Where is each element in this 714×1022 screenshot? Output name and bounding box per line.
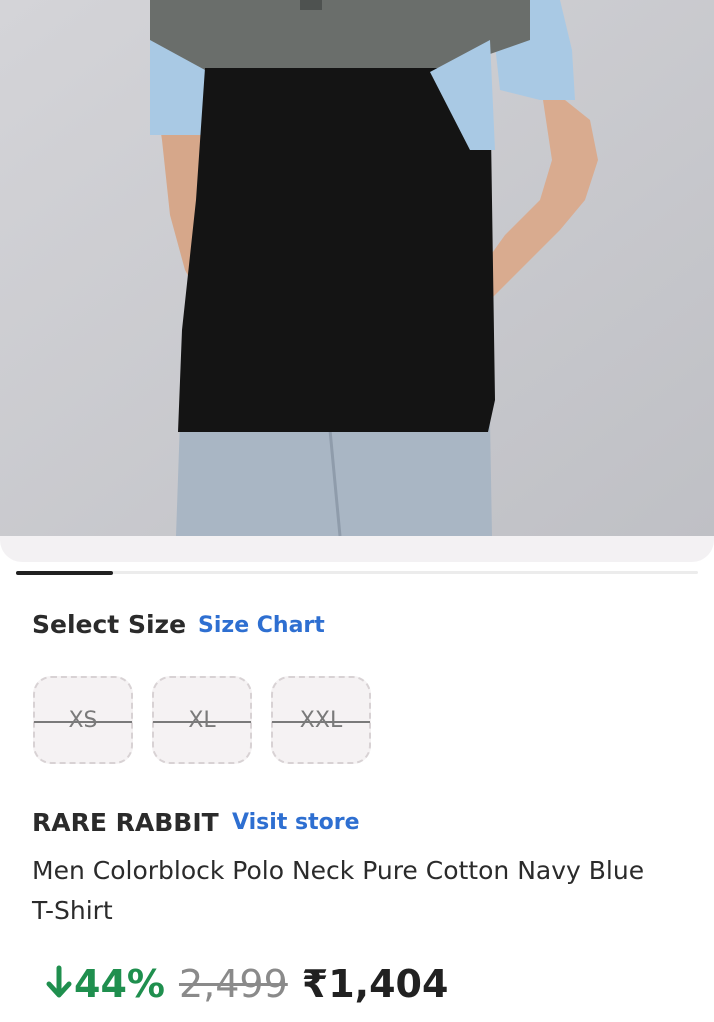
product-title: Men Colorblock Polo Neck Pure Cotton Nav… xyxy=(32,856,645,925)
select-size-heading: Select Size xyxy=(32,610,187,639)
carousel-progress-fill xyxy=(16,570,113,575)
size-chart-link[interactable]: Size Chart xyxy=(198,613,325,638)
carousel-progress xyxy=(16,570,698,575)
size-option-xs[interactable]: XS xyxy=(33,676,133,764)
price-row: 44% 2,499 ₹1,404 xyxy=(44,962,448,1022)
unavailable-strike xyxy=(34,721,132,723)
arrow-down-icon xyxy=(46,965,72,998)
size-option-xl[interactable]: XL xyxy=(152,676,252,764)
discount-percent: 44% xyxy=(74,962,165,1006)
visit-store-link[interactable]: Visit store xyxy=(232,810,360,835)
original-price: 2,499 xyxy=(178,962,288,1006)
unavailable-strike xyxy=(153,721,251,723)
unavailable-strike xyxy=(272,721,370,723)
image-bottom-edge xyxy=(0,536,714,562)
selling-price: ₹1,404 xyxy=(301,962,449,1006)
size-option-xxl[interactable]: XXL xyxy=(271,676,371,764)
product-image[interactable] xyxy=(0,0,714,536)
size-option-label: XS xyxy=(68,707,98,733)
size-option-label: XL xyxy=(188,707,216,733)
discount-badge: 44% xyxy=(44,962,165,1006)
brand-name: RARE RABBIT xyxy=(32,808,219,837)
size-option-label: XXL xyxy=(299,707,343,733)
